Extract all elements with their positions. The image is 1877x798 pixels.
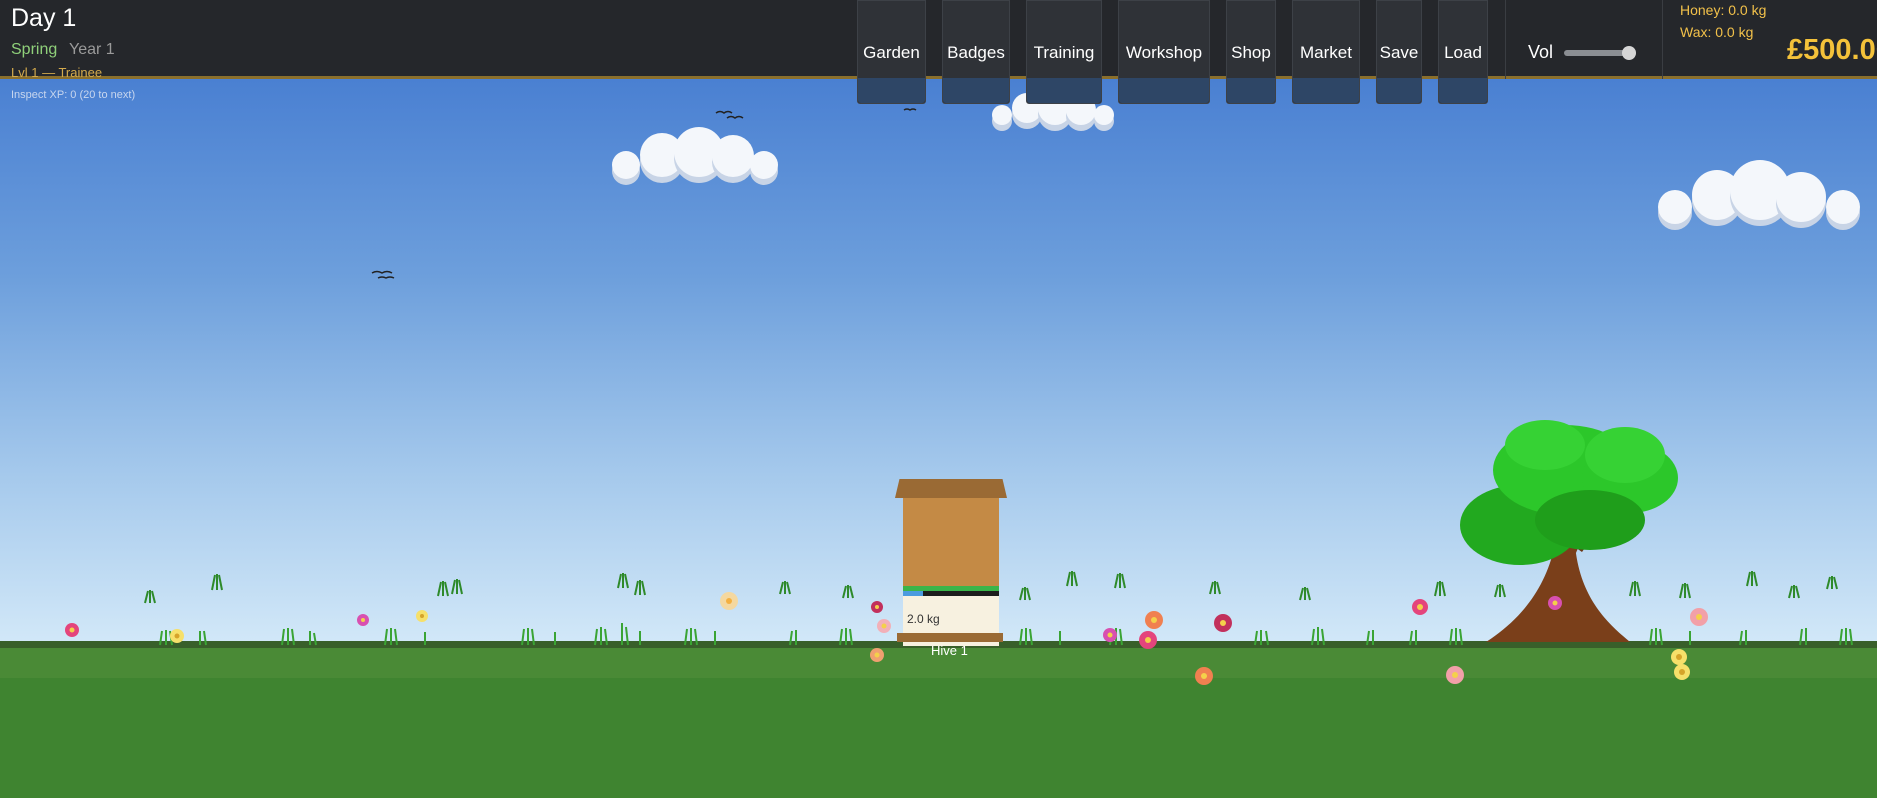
divider	[1662, 0, 1663, 79]
hive-name-label: Hive 1	[931, 643, 968, 658]
divider	[1505, 0, 1506, 79]
shop-button[interactable]: Shop	[1226, 0, 1276, 104]
training-button[interactable]: Training	[1026, 0, 1102, 104]
badges-button-label: Badges	[947, 43, 1005, 62]
player-level: Lvl 1 — Trainee	[11, 66, 103, 77]
day-counter: Day 1	[11, 4, 77, 32]
load-button-label: Load	[1444, 43, 1482, 62]
wax-amount: Wax: 0.0 kg	[1680, 24, 1754, 40]
save-button-label: Save	[1379, 43, 1419, 62]
season-label: Spring	[11, 41, 58, 58]
workshop-button[interactable]: Workshop	[1118, 0, 1210, 104]
save-button[interactable]: Save	[1376, 0, 1422, 104]
volume-slider-knob[interactable]	[1621, 46, 1636, 60]
shop-button-label: Shop	[1231, 43, 1271, 62]
bird-icon	[371, 108, 917, 279]
garden-button[interactable]: Garden	[857, 0, 926, 104]
market-button[interactable]: Market	[1292, 0, 1360, 104]
tree	[1460, 420, 1678, 642]
top-bar: Day 1 Spring Year 1 Lvl 1 — Trainee Gard…	[0, 0, 1877, 104]
training-button-label: Training	[1033, 43, 1095, 62]
volume-label: Vol	[1528, 42, 1554, 62]
market-button-label: Market	[1300, 43, 1352, 62]
garden-button-label: Garden	[863, 43, 920, 62]
money-balance: £500.00	[1787, 34, 1877, 66]
scene-decor	[65, 108, 1853, 685]
honey-amount: Honey: 0.0 kg	[1680, 2, 1767, 18]
load-button[interactable]: Load	[1438, 0, 1488, 104]
badges-button[interactable]: Badges	[942, 0, 1010, 104]
year-label: Year 1	[69, 41, 115, 58]
hive-weight: 2.0 kg	[907, 612, 940, 626]
inspect-xp: Inspect XP: 0 (20 to next)	[11, 89, 136, 101]
workshop-button-label: Workshop	[1125, 43, 1203, 62]
volume-slider[interactable]	[1564, 46, 1636, 60]
